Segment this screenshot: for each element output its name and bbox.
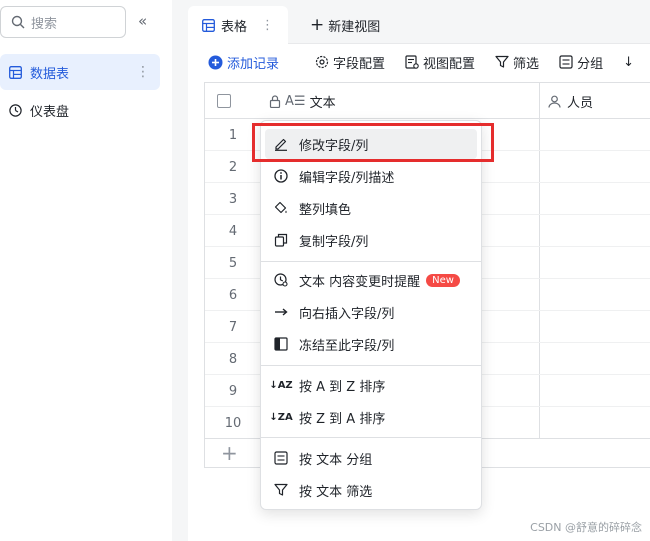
sort-desc-icon: ↓ZA <box>269 411 293 423</box>
row-number: 4 <box>228 223 238 239</box>
menu-item-sort-desc[interactable]: ↓ZA 按 Z 到 A 排序 <box>265 402 477 432</box>
view-config-label: 视图配置 <box>423 56 476 72</box>
menu-item-change-reminder[interactable]: 文本 内容变更时提醒 New <box>265 265 477 295</box>
menu-item-group-by[interactable]: 按 文本 分组 <box>265 443 477 473</box>
field-config-label: 字段配置 <box>333 56 386 72</box>
row-number: 3 <box>228 191 238 207</box>
tab-grid-view[interactable]: 表格 ⋮ <box>188 6 289 44</box>
add-record-label: 添加记录 <box>227 56 280 72</box>
select-all-checkbox[interactable] <box>217 94 231 108</box>
gear-icon <box>315 55 329 69</box>
menu-divider <box>261 365 481 366</box>
menu-divider <box>261 261 481 262</box>
search-icon <box>11 15 25 29</box>
row-number: 6 <box>228 287 238 303</box>
add-record-button[interactable]: 添加记录 <box>208 53 279 72</box>
menu-divider <box>261 437 481 438</box>
field-config-button[interactable]: 字段配置 <box>315 53 385 72</box>
sidebar-item-dashboard[interactable]: 仪表盘 <box>0 92 160 128</box>
menu-item-insert-right[interactable]: 向右插入字段/列 <box>265 297 477 327</box>
paint-bucket-icon <box>273 200 289 216</box>
row-number: 8 <box>228 351 238 367</box>
column-header-person[interactable]: 人员 <box>539 83 650 119</box>
annotation-highlight-box <box>252 123 494 162</box>
sort-button[interactable]: ↓ <box>623 55 638 70</box>
copy-icon <box>273 232 289 248</box>
more-icon[interactable]: ⋮ <box>261 18 274 33</box>
more-icon[interactable]: ⋮ <box>136 64 150 80</box>
menu-item-label: 按 A 到 Z 排序 <box>299 379 386 395</box>
sidebar-item-label: 仪表盘 <box>30 104 70 120</box>
menu-item-copy-field[interactable]: 复制字段/列 <box>265 225 477 255</box>
table-icon <box>8 65 22 79</box>
menu-item-label: 按 文本 筛选 <box>299 484 373 500</box>
sidebar: 搜索 « 数据表 ⋮ 仪表盘 <box>0 0 172 541</box>
column-context-menu: 修改字段/列 编辑字段/列描述 整列填色 复制字段/列 文本 内容变更时提醒 N… <box>260 120 482 510</box>
menu-item-filter-by[interactable]: 按 文本 筛选 <box>265 475 477 505</box>
tab-label: 表格 <box>221 19 248 35</box>
column-header-text[interactable]: A☰ 文本 <box>261 83 539 119</box>
menu-item-label: 冻结至此字段/列 <box>299 338 395 354</box>
search-input[interactable]: 搜索 <box>0 6 126 38</box>
add-view-button[interactable]: + 新建视图 <box>296 6 394 44</box>
group-icon <box>559 55 573 69</box>
menu-item-label: 按 Z 到 A 排序 <box>299 411 386 427</box>
sort-asc-icon: ↓AZ <box>269 379 293 391</box>
view-tabs: 表格 ⋮ + 新建视图 <box>188 0 650 44</box>
menu-item-label: 整列填色 <box>299 202 352 218</box>
select-all-cell <box>205 83 261 119</box>
text-field-icon: A☰ <box>285 93 306 109</box>
search-placeholder: 搜索 <box>31 16 58 32</box>
sidebar-item-label: 数据表 <box>30 66 70 82</box>
menu-item-label: 编辑字段/列描述 <box>299 170 395 186</box>
group-button[interactable]: 分组 <box>559 53 603 72</box>
menu-item-label: 按 文本 分组 <box>299 452 373 468</box>
column-label: 人员 <box>567 95 594 111</box>
sidebar-item-datatable[interactable]: 数据表 ⋮ <box>0 54 160 90</box>
menu-item-fill-color[interactable]: 整列填色 <box>265 193 477 223</box>
person-icon <box>548 95 561 108</box>
watermark: CSDN @舒意的碎碎念 <box>530 521 642 534</box>
column-label: 文本 <box>309 95 336 111</box>
row-number: 5 <box>228 255 238 271</box>
sort-icon: ↓ <box>623 54 634 70</box>
view-config-button[interactable]: 视图配置 <box>405 53 475 72</box>
reminder-icon <box>273 272 289 288</box>
menu-item-freeze-column[interactable]: 冻结至此字段/列 <box>265 329 477 359</box>
new-badge: New <box>426 273 460 287</box>
row-number: 9 <box>228 383 238 399</box>
plus-icon: + <box>310 15 325 35</box>
collapse-sidebar-icon[interactable]: « <box>138 12 147 30</box>
row-number: 10 <box>224 415 242 431</box>
arrow-right-icon <box>273 304 289 320</box>
grid-header: A☰ 文本 人员 <box>205 83 650 119</box>
group-label: 分组 <box>577 56 604 72</box>
menu-item-label: 复制字段/列 <box>299 234 369 250</box>
freeze-icon <box>273 336 289 352</box>
menu-item-sort-asc[interactable]: ↓AZ 按 A 到 Z 排序 <box>265 370 477 400</box>
filter-icon <box>273 482 289 498</box>
group-icon <box>273 450 289 466</box>
filter-label: 筛选 <box>513 56 540 72</box>
filter-button[interactable]: 筛选 <box>495 53 539 72</box>
toolbar: 添加记录 字段配置 视图配置 筛选 分组 ↓ <box>188 46 650 78</box>
menu-item-label: 文本 内容变更时提醒 <box>299 274 421 290</box>
view-config-icon <box>405 55 419 69</box>
dashboard-icon <box>8 103 22 117</box>
lock-icon <box>269 94 281 108</box>
table-icon <box>202 18 215 32</box>
menu-item-label: 向右插入字段/列 <box>299 306 395 322</box>
info-icon <box>273 168 289 184</box>
add-row-button[interactable]: + <box>221 443 238 463</box>
menu-item-edit-description[interactable]: 编辑字段/列描述 <box>265 161 477 191</box>
row-number: 7 <box>228 319 238 335</box>
add-view-label: 新建视图 <box>328 19 381 35</box>
filter-icon <box>495 55 509 69</box>
add-circle-icon <box>208 55 223 70</box>
